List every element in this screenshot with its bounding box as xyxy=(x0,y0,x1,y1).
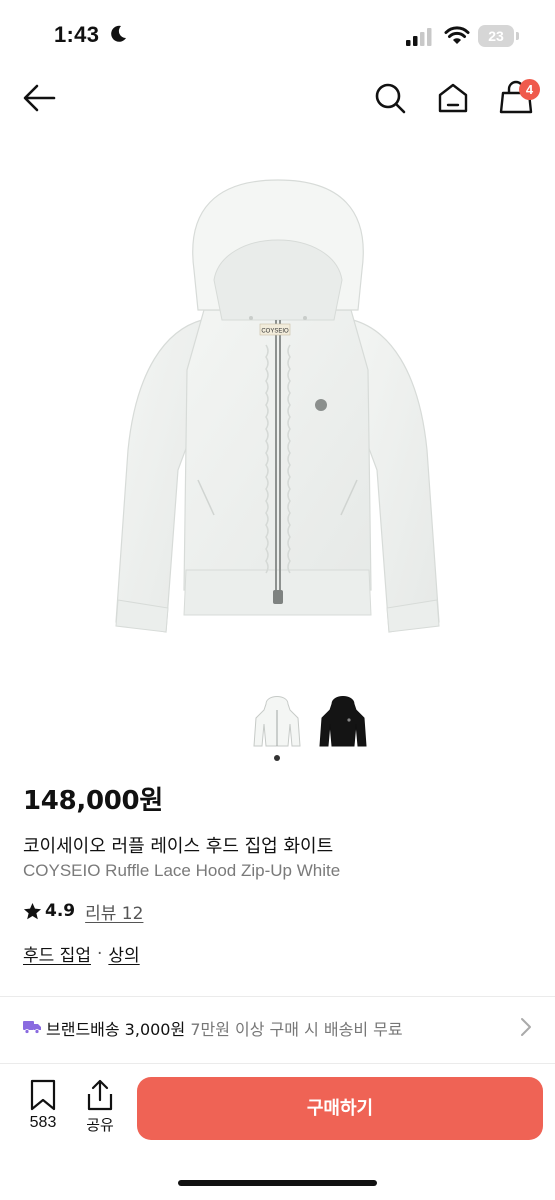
home-icon[interactable] xyxy=(433,78,473,118)
reviews-link[interactable]: 리뷰 12 xyxy=(85,899,143,924)
thumbnail-white-hoodie[interactable] xyxy=(252,690,302,750)
rating-row: 4.9 리뷰 12 xyxy=(23,899,143,924)
wishlist-count: 583 xyxy=(29,1114,57,1131)
category-breadcrumb: 후드 집업 · 상의 xyxy=(23,941,140,967)
status-bar: 1:43 23 xyxy=(0,0,555,72)
shipping-fee: 브랜드배송 3,000원 xyxy=(46,1020,186,1039)
category-separator: · xyxy=(96,943,103,964)
shipping-free-note: 7만원 이상 구매 시 배송비 무료 xyxy=(190,1020,403,1039)
brand-label: COYSEIO xyxy=(261,329,289,335)
divider xyxy=(0,1063,555,1064)
home-indicator xyxy=(178,1180,377,1186)
category-link-hood-zipup[interactable]: 후드 집업 xyxy=(23,941,91,966)
status-time: 1:43 xyxy=(54,22,100,47)
rating-value: 4.9 xyxy=(45,901,76,921)
wifi-icon xyxy=(444,26,470,44)
bookmark-icon xyxy=(30,1079,56,1111)
back-arrow-icon[interactable] xyxy=(20,78,60,118)
shipping-info-row[interactable]: 브랜드배송 3,000원 7만원 이상 구매 시 배송비 무료 xyxy=(0,997,555,1057)
category-link-tops[interactable]: 상의 xyxy=(108,941,139,966)
product-name-english: COYSEIO Ruffle Lace Hood Zip-Up White xyxy=(23,861,341,880)
cart-count-badge: 4 xyxy=(519,79,540,100)
share-button[interactable]: 공유 xyxy=(78,1078,122,1138)
battery-indicator: 23 xyxy=(478,25,514,47)
moon-icon xyxy=(111,25,126,42)
share-label: 공유 xyxy=(86,1116,114,1134)
product-name-korean: 코이세이오 러플 레이스 후드 집업 화이트 xyxy=(23,836,334,857)
cellular-signal-icon xyxy=(406,28,432,46)
battery-tip xyxy=(516,32,519,40)
star-icon xyxy=(23,902,42,919)
shipping-text: 브랜드배송 3,000원 7만원 이상 구매 시 배송비 무료 xyxy=(46,1016,403,1040)
buy-button[interactable]: 구매하기 xyxy=(137,1077,543,1140)
wishlist-button[interactable]: 583 xyxy=(22,1078,64,1138)
thumbnail-black-hoodie[interactable] xyxy=(318,690,368,750)
search-icon[interactable] xyxy=(370,78,410,118)
truck-icon xyxy=(23,1021,41,1034)
share-icon xyxy=(87,1079,113,1111)
chevron-right-icon xyxy=(521,1018,531,1036)
battery-level: 23 xyxy=(488,28,504,44)
product-price: 148,000원 xyxy=(23,786,163,816)
product-image[interactable]: COYSEIO xyxy=(106,170,449,650)
carousel-indicator xyxy=(274,755,280,761)
